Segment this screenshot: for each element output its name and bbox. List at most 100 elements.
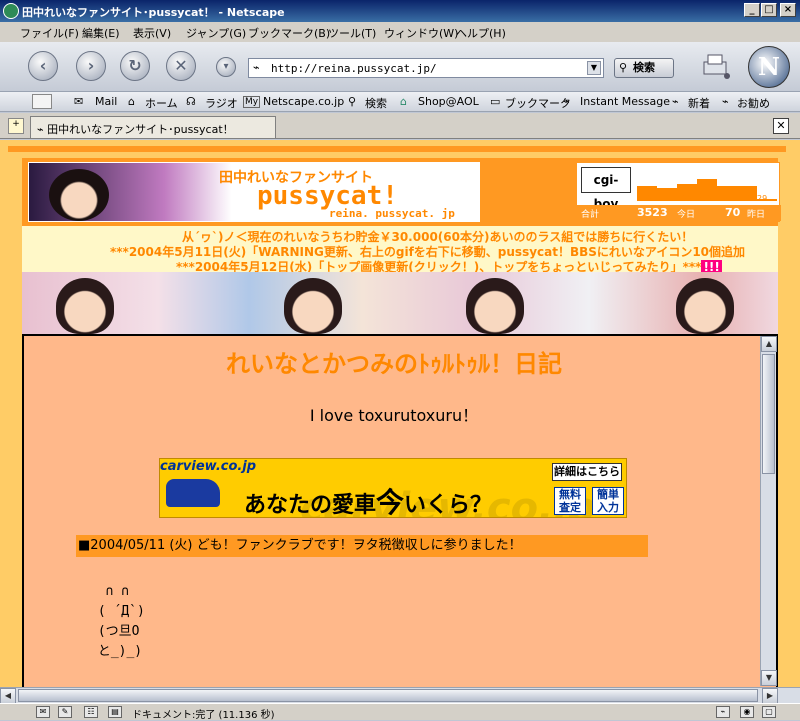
window-title: 田中れいなファンサイト･pussycat！ - Netscape (22, 6, 285, 19)
counter-logo: cgi-boy (581, 167, 631, 211)
security-icon: ⌁ (716, 706, 730, 718)
lock-icon: ▢ (762, 706, 776, 718)
bookmark-icon[interactable]: ⌁ (672, 95, 679, 108)
bookmark-folder-icon[interactable]: ▭ (490, 95, 500, 108)
home-tab-icon[interactable] (32, 94, 52, 109)
mail-icon[interactable]: ✉ (74, 95, 83, 108)
counter-bar-label: 299 (677, 194, 693, 203)
toolbar-new[interactable]: 新着 (688, 95, 710, 111)
title-bar: 田中れいなファンサイト･pussycat！ - Netscape _ □ × (0, 0, 800, 22)
mail-status-icon[interactable]: ✉ (36, 706, 50, 718)
search-button-label: 検索 (633, 61, 655, 74)
netscape-my-icon[interactable]: My (243, 96, 261, 108)
horizontal-scroll-thumb[interactable] (18, 689, 758, 702)
photo-face (466, 278, 524, 334)
bookmark-icon[interactable]: ⌁ (563, 95, 570, 108)
url-text[interactable]: http://reina.pussycat.jp/ (271, 62, 437, 75)
close-button[interactable]: × (780, 3, 796, 17)
history-dropdown-icon[interactable]: ▾ (216, 57, 236, 77)
close-tab-icon[interactable]: ✕ (773, 118, 789, 134)
toolbar-mail[interactable]: Mail (95, 95, 117, 108)
menu-window[interactable]: ウィンドウ(W) (384, 25, 458, 41)
banner-line3: reina. pussycat. jp (329, 207, 455, 220)
news-ticker: 从´ヮ`)ノ＜現在のれいなうちわ貯金￥30.000(60本分)あいののラス組では… (22, 226, 778, 274)
print-icon[interactable] (700, 52, 730, 80)
ad-brand: carview.co.jp (160, 459, 257, 474)
navigation-toolbar: ‹ › ↻ ✕ ▾ ⌁ http://reina.pussycat.jp/ ▼ … (0, 42, 800, 92)
menu-bookmarks[interactable]: ブックマーク(B) (248, 25, 330, 41)
ad-easy-input-button[interactable]: 簡単入力 (592, 487, 624, 515)
toolbar-radio[interactable]: ラジオ (205, 95, 238, 111)
bookmark-icon[interactable]: ⌁ (722, 95, 729, 108)
new-tab-icon[interactable]: + (8, 118, 24, 134)
maximize-button[interactable]: □ (761, 3, 777, 17)
access-counter[interactable]: cgi-boy 259 231 299 389 258 272 29 合計 3523 今日 … (576, 162, 781, 222)
photo-face (676, 278, 734, 334)
counter-bar-label: 259 (637, 194, 653, 203)
menu-view[interactable]: 表示(V) (133, 25, 171, 41)
love-text: I love toxurutoxuru！ (309, 406, 479, 425)
composer-icon[interactable]: ✎ (58, 706, 72, 718)
menu-help[interactable]: ヘルプ(H) (456, 25, 506, 41)
ad-headline: あなたの愛車今いくら？ (244, 481, 493, 518)
toolbar-search[interactable]: 検索 (365, 95, 387, 111)
today-label: 今日 (677, 210, 696, 220)
addressbook-icon[interactable]: ☷ (84, 706, 98, 718)
ad-headline-big: 今 (376, 486, 405, 518)
url-bar[interactable]: ⌁ http://reina.pussycat.jp/ ▼ (248, 58, 604, 78)
radio-icon[interactable]: ☊ (186, 95, 196, 108)
tab-bar: + ⌁ 田中れいなファンサイト･pussycat！ ✕ (0, 113, 800, 139)
toolbar-shop-aol[interactable]: Shop@AOL (418, 95, 479, 108)
ad-headline-post: いくら？ (404, 493, 493, 518)
carview-ad-banner[interactable]: carview.co.jp carview.co.jp あなたの愛車今いくら？ … (159, 458, 627, 518)
counter-row: 合計 3523 今日 70 昨日 (577, 205, 781, 221)
menu-jump[interactable]: ジャンプ(G) (186, 25, 246, 41)
ascii-art: ∩ ∩ ( ´Д`) (つ旦O と_)_) (97, 584, 145, 659)
scroll-right-icon[interactable]: ▶ (762, 688, 778, 704)
forward-arrow-icon[interactable]: › (76, 51, 106, 81)
stop-icon[interactable]: ✕ (166, 51, 196, 81)
vertical-scrollbar[interactable]: ▲ ▼ (760, 336, 777, 686)
magnifier-icon: ⚲ (619, 61, 628, 74)
home-icon[interactable]: ⌂ (128, 95, 135, 108)
toolbar-netscape[interactable]: Netscape.co.jp (263, 95, 344, 108)
ad-headline-pre: あなたの愛車 (244, 493, 377, 518)
scroll-left-icon[interactable]: ◀ (0, 688, 16, 704)
status-bar: ✉ ✎ ☷ ▤ ドキュメント:完了 (11.136 秒) ⌁ ◉ ▢ (0, 703, 800, 721)
url-dropdown-icon[interactable]: ▼ (587, 61, 601, 75)
toolbar-instant-message[interactable]: Instant Message (580, 95, 670, 108)
ad-detail-button[interactable]: 詳細はこちら (552, 463, 622, 481)
photo-face (284, 278, 342, 334)
personal-toolbar: ✉ Mail ⌂ ホーム ☊ ラジオ My Netscape.co.jp ⚲ 検… (0, 92, 800, 112)
counter-bar-label: 258 (717, 194, 733, 203)
minimize-button[interactable]: _ (744, 3, 760, 17)
ad-free-appraisal-button[interactable]: 無料査定 (554, 487, 586, 515)
menu-tools[interactable]: ツール(T) (328, 25, 376, 41)
status-text: ドキュメント:完了 (11.136 秒) (132, 710, 275, 721)
page-proxy-icon[interactable]: ⌁ (253, 61, 260, 74)
scroll-down-icon[interactable]: ▼ (761, 670, 777, 686)
counter-bar-label: 389 (697, 194, 713, 203)
diary-frame: れいなとかつみのﾄｩﾙﾄｩﾙ！日記 I love toxurutoxuru！ c… (22, 334, 778, 687)
toolbar-bookmarks[interactable]: ブックマーク (505, 95, 571, 111)
toolbar-recommend[interactable]: お勧め (737, 95, 770, 111)
search-small-icon[interactable]: ⚲ (348, 95, 356, 108)
menu-file[interactable]: ファイル(F) (20, 25, 79, 41)
photo-strip[interactable] (22, 272, 778, 334)
tab-pussycat[interactable]: ⌁ 田中れいなファンサイト･pussycat！ (30, 116, 276, 138)
devtools-icon[interactable]: ▤ (108, 706, 122, 718)
vertical-scroll-thumb[interactable] (762, 354, 775, 474)
site-banner[interactable]: 田中れいなファンサイト pussycat! reina. pussycat. j… (28, 162, 480, 222)
horizontal-scrollbar[interactable]: ◀ ▶ (0, 687, 800, 704)
netscape-logo[interactable]: N (748, 46, 790, 88)
scroll-up-icon[interactable]: ▲ (761, 336, 777, 352)
aol-icon[interactable]: ⌂ (400, 95, 407, 108)
page-content: 田中れいなファンサイト pussycat! reina. pussycat. j… (0, 140, 800, 687)
privacy-icon: ◉ (740, 706, 754, 718)
menu-edit[interactable]: 編集(E) (82, 25, 120, 41)
search-button[interactable]: ⚲ 検索 (614, 58, 674, 78)
reload-icon[interactable]: ↻ (120, 51, 150, 81)
menu-bar: ファイル(F) 編集(E) 表示(V) ジャンプ(G) ブックマーク(B) ツー… (0, 22, 800, 42)
back-arrow-icon[interactable]: ‹ (28, 51, 58, 81)
toolbar-home[interactable]: ホーム (145, 95, 178, 111)
